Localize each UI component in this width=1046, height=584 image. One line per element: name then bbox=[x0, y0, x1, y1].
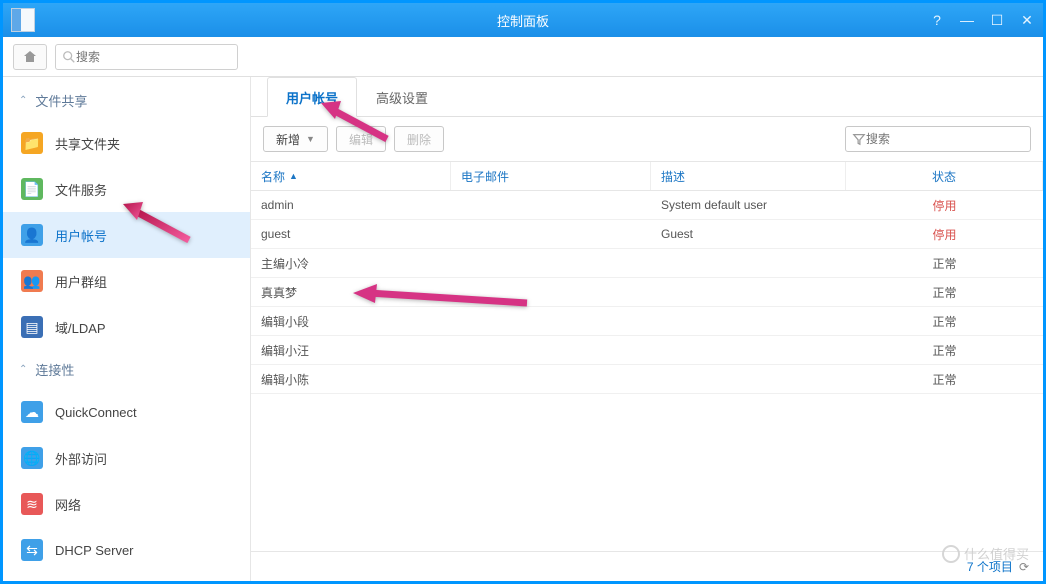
table-header: 名称▲ 电子邮件 描述 状态 bbox=[251, 161, 1043, 191]
column-name[interactable]: 名称▲ bbox=[251, 162, 451, 190]
sidebar-item[interactable]: ▤ 域/LDAP bbox=[3, 304, 250, 350]
sort-asc-icon: ▲ bbox=[289, 171, 298, 181]
sidebar-item[interactable]: 👤 用户帐号 bbox=[3, 212, 250, 258]
sidebar-item-icon: 🌐 bbox=[21, 447, 43, 469]
delete-label: 删除 bbox=[407, 131, 431, 148]
home-button[interactable] bbox=[13, 44, 47, 70]
filter-icon bbox=[852, 132, 866, 146]
sidebar-item-label: 共享文件夹 bbox=[55, 134, 120, 153]
sidebar-item-label: 用户帐号 bbox=[55, 226, 107, 245]
sidebar-item[interactable]: ☁ QuickConnect bbox=[3, 389, 250, 435]
chevron-icon: ⌃ bbox=[19, 95, 27, 106]
table-row[interactable]: 编辑小汪正常 bbox=[251, 336, 1043, 365]
top-toolbar bbox=[3, 37, 1043, 77]
status-cell: 正常 bbox=[846, 278, 1043, 306]
sidebar-item[interactable]: ≋ 网络 bbox=[3, 481, 250, 527]
table-row[interactable]: 主编小冷正常 bbox=[251, 249, 1043, 278]
status-cell: 停用 bbox=[846, 191, 1043, 219]
sidebar-item[interactable]: 🌐 外部访问 bbox=[3, 435, 250, 481]
window-titlebar: 控制面板 ? — ☐ ✕ bbox=[3, 3, 1043, 37]
sidebar-item-label: 外部访问 bbox=[55, 449, 107, 468]
sidebar-item-icon: 📁 bbox=[21, 132, 43, 154]
status-cell: 正常 bbox=[846, 249, 1043, 277]
table-row[interactable]: 编辑小段正常 bbox=[251, 307, 1043, 336]
watermark-icon bbox=[942, 545, 960, 563]
table-row[interactable]: adminSystem default user停用 bbox=[251, 191, 1043, 220]
table-footer: 7 个项目 ⟳ bbox=[251, 551, 1043, 581]
create-label: 新增 bbox=[276, 131, 300, 148]
create-button[interactable]: 新增 ▼ bbox=[263, 126, 328, 152]
table-row[interactable]: 真真梦正常 bbox=[251, 278, 1043, 307]
action-bar: 新增 ▼ 编辑 删除 bbox=[251, 117, 1043, 161]
main-panel: 用户帐号高级设置 新增 ▼ 编辑 删除 名称▲ 电子邮件 描述 状态 bbox=[251, 77, 1043, 581]
sidebar-item-label: DHCP Server bbox=[55, 543, 134, 558]
dropdown-caret-icon: ▼ bbox=[306, 134, 315, 144]
sidebar-item[interactable]: 📄 文件服务 bbox=[3, 166, 250, 212]
sidebar-item-icon: 📄 bbox=[21, 178, 43, 200]
delete-button[interactable]: 删除 bbox=[394, 126, 444, 152]
sidebar: ⌃文件共享 📁 共享文件夹 📄 文件服务 👤 用户帐号 👥 用户群组 ▤ 域/LDAP ⌃连接性 ☁ Qu… bbox=[3, 77, 251, 581]
status-cell: 停用 bbox=[846, 220, 1043, 248]
close-icon[interactable]: ✕ bbox=[1019, 12, 1035, 28]
tab[interactable]: 用户帐号 bbox=[267, 77, 357, 117]
sidebar-item-label: QuickConnect bbox=[55, 405, 137, 420]
global-search[interactable] bbox=[55, 44, 238, 70]
status-cell: 正常 bbox=[846, 336, 1043, 364]
sidebar-item[interactable]: 📁 共享文件夹 bbox=[3, 120, 250, 166]
sidebar-item-label: 用户群组 bbox=[55, 272, 107, 291]
edit-button[interactable]: 编辑 bbox=[336, 126, 386, 152]
table-body: adminSystem default user停用guestGuest停用主编… bbox=[251, 191, 1043, 551]
home-icon bbox=[22, 49, 38, 65]
sidebar-item-icon: 👤 bbox=[21, 224, 43, 246]
sidebar-item-label: 域/LDAP bbox=[55, 318, 106, 337]
sidebar-section[interactable]: ⌃连接性 bbox=[3, 350, 250, 389]
column-email[interactable]: 电子邮件 bbox=[451, 162, 651, 190]
edit-label: 编辑 bbox=[349, 131, 373, 148]
minimize-icon[interactable]: — bbox=[959, 12, 975, 28]
maximize-icon[interactable]: ☐ bbox=[989, 12, 1005, 28]
column-desc[interactable]: 描述 bbox=[651, 162, 846, 190]
chevron-icon: ⌃ bbox=[19, 364, 27, 375]
filter-input[interactable] bbox=[866, 132, 1024, 146]
search-input[interactable] bbox=[76, 50, 231, 64]
sidebar-item-label: 网络 bbox=[55, 495, 81, 514]
app-icon bbox=[11, 8, 35, 32]
sidebar-item-icon: ≋ bbox=[21, 493, 43, 515]
sidebar-item[interactable]: ⇆ DHCP Server bbox=[3, 527, 250, 573]
status-cell: 正常 bbox=[846, 307, 1043, 335]
tab[interactable]: 高级设置 bbox=[357, 77, 447, 117]
window-title: 控制面板 bbox=[497, 11, 549, 30]
table-filter[interactable] bbox=[845, 126, 1031, 152]
help-icon[interactable]: ? bbox=[929, 12, 945, 28]
sidebar-item-icon: ☁ bbox=[21, 401, 43, 423]
table-row[interactable]: guestGuest停用 bbox=[251, 220, 1043, 249]
table-row[interactable]: 编辑小陈正常 bbox=[251, 365, 1043, 394]
sidebar-item-label: 文件服务 bbox=[55, 180, 107, 199]
search-icon bbox=[62, 50, 76, 64]
tabs: 用户帐号高级设置 bbox=[251, 77, 1043, 117]
status-cell: 正常 bbox=[846, 365, 1043, 393]
column-status[interactable]: 状态 bbox=[846, 162, 1043, 190]
sidebar-item-icon: ▤ bbox=[21, 316, 43, 338]
watermark: 什么值得买 bbox=[942, 544, 1029, 563]
sidebar-item[interactable]: 👥 用户群组 bbox=[3, 258, 250, 304]
sidebar-item-icon: 👥 bbox=[21, 270, 43, 292]
sidebar-section[interactable]: ⌃文件共享 bbox=[3, 81, 250, 120]
sidebar-item-icon: ⇆ bbox=[21, 539, 43, 561]
